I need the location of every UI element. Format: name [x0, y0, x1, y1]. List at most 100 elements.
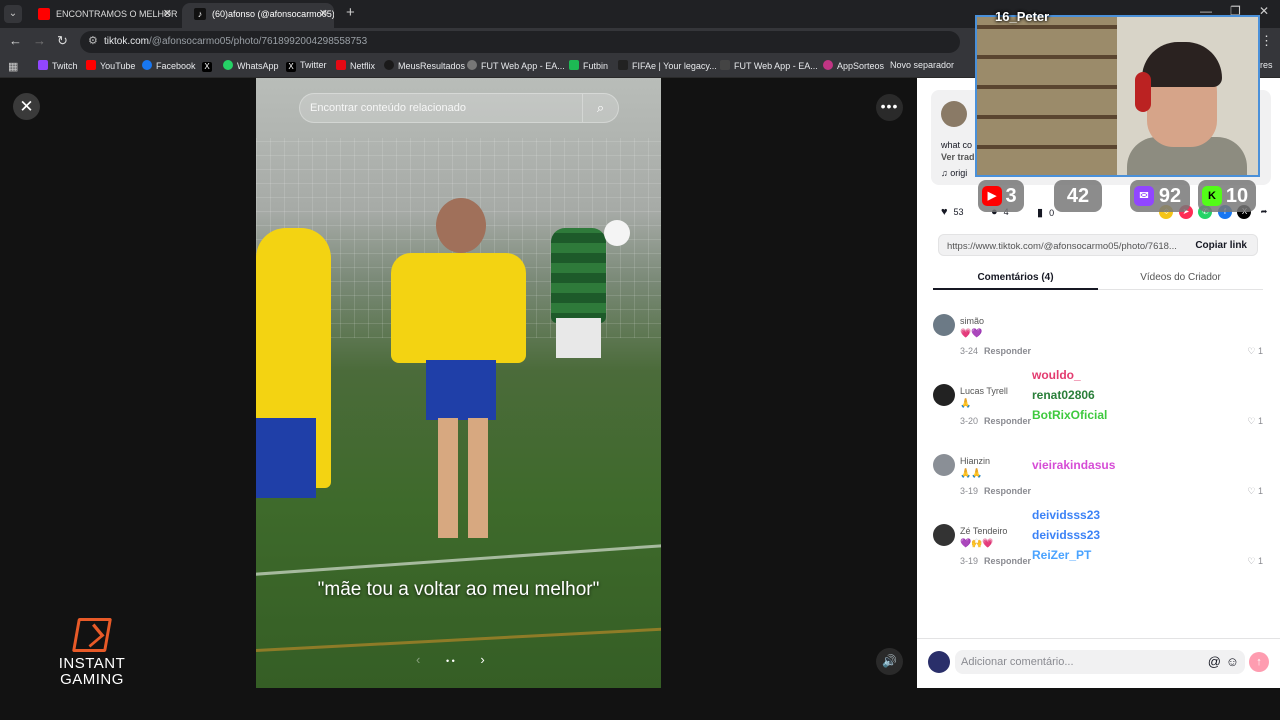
x-logo-icon: X [202, 62, 212, 72]
music-note-icon: ♫ [941, 168, 951, 178]
chat-text-content: yah [1106, 528, 1127, 542]
post-link-box: https://www.tiktok.com/@afonsocarmo05/ph… [938, 234, 1258, 256]
search-icon[interactable]: ⌕ [582, 94, 618, 122]
comment-avatar[interactable] [933, 524, 955, 546]
bookmark-label: Netflix [350, 61, 376, 71]
active-tab-indicator [933, 288, 1098, 290]
related-content-search[interactable]: Encontrar conteúdo relacionado ⌕ [299, 93, 619, 123]
bookmark-x[interactable]: X [202, 60, 216, 72]
address-bar[interactable]: ⚙ tiktok.com/@afonsocarmo05/photo/761899… [80, 31, 960, 53]
bookmark-twitter[interactable]: X Twitter [286, 60, 327, 72]
bookmark-label: FUT Web App - EA... [481, 61, 565, 71]
streamer-name: 16_Peter [995, 9, 1050, 24]
chat-text: : yah [1100, 528, 1127, 542]
comment-username[interactable]: Lucas Tyrell [960, 386, 1008, 396]
bookmark-twitch[interactable]: Twitch [38, 60, 78, 71]
post-comment-button[interactable]: ↑ [1249, 652, 1269, 672]
user-avatar [928, 651, 950, 673]
tab-creator-videos[interactable]: Vídeos do Criador [1098, 272, 1263, 283]
viewer-stats: ▶ 3 ♪ 42 ✉ 92 K 10 [978, 180, 1278, 214]
reply-button[interactable]: Responder [984, 556, 1031, 566]
whatsapp-icon [223, 60, 233, 70]
chat-text-content: iplaystyles [1101, 388, 1157, 402]
instant-gaming-line1: INSTANT [58, 655, 126, 672]
bookmark-fut-web-app-2[interactable]: FUT Web App - EA... [720, 60, 818, 71]
bookmark-appsorteos[interactable]: AppSorteos [823, 60, 884, 71]
volume-icon[interactable]: 🔊 [876, 648, 903, 675]
comment-avatar[interactable] [933, 454, 955, 476]
tab-search-button[interactable]: ⌄ [4, 5, 22, 23]
tab-title: ENCONTRAMOS O MELHOR G [56, 9, 178, 19]
tab-comments[interactable]: Comentários (4) [933, 272, 1098, 283]
see-translation-link[interactable]: Ver trad [941, 152, 975, 162]
bookmarks-overflow[interactable]: res [1260, 60, 1273, 70]
browser-menu-icon[interactable]: ⋮ [1260, 33, 1273, 49]
close-viewer-button[interactable]: ✕ [13, 93, 40, 120]
comment-username[interactable]: simão [960, 316, 984, 326]
prev-photo-icon[interactable]: ‹ [416, 652, 420, 667]
youtube-icon [38, 8, 50, 20]
comment-placeholder: Adicionar comentário... [961, 656, 1074, 668]
comment-meta: 3-20 Responder [960, 416, 1031, 426]
reply-button[interactable]: Responder [984, 486, 1031, 496]
bookmark-fifae[interactable]: FIFAe | Your legacy... [618, 60, 717, 71]
comment-username[interactable]: Zé Tendeiro [960, 526, 1007, 536]
back-icon[interactable]: ← [9, 33, 22, 48]
comment-avatar[interactable] [933, 384, 955, 406]
music-row[interactable]: ♫ origi [941, 168, 967, 178]
kick-icon: K [1202, 186, 1222, 206]
bookmark-youtube[interactable]: YouTube [86, 60, 135, 71]
bookmark-futbin[interactable]: Futbin [569, 60, 608, 71]
reply-button[interactable]: Responder [984, 346, 1031, 356]
like-button[interactable]: ♥ 53 [941, 206, 964, 218]
chat-text-content: é o Pedro Neto [1098, 548, 1179, 562]
bookmark-whatsapp[interactable]: WhatsApp [223, 60, 279, 71]
comment-like[interactable]: ♡ 1 [1247, 346, 1263, 357]
bookmark-facebook[interactable]: Facebook [142, 60, 196, 71]
browser-tab-active[interactable]: ♪ (60)afonso (@afonsocarmo05) | ✕ [182, 3, 334, 28]
site-info-icon[interactable]: ⚙ [88, 34, 98, 47]
more-options-button[interactable]: ••• [876, 94, 903, 121]
next-photo-icon[interactable]: › [480, 652, 484, 667]
close-window-icon[interactable]: ✕ [1259, 4, 1269, 18]
close-tab-icon[interactable]: ✕ [319, 3, 328, 25]
bookmark-label: Novo separador [890, 60, 955, 70]
new-tab-button[interactable]: + [346, 4, 355, 21]
search-placeholder: Encontrar conteúdo relacionado [310, 102, 466, 114]
comment-meta: 3-19 Responder [960, 486, 1031, 496]
bookmark-label: FIFAe | Your legacy... [632, 61, 717, 71]
bookmark-label: Futbin [583, 61, 609, 71]
comment-username[interactable]: Hianzin [960, 456, 990, 466]
chat-text-content: ESTÃO TODOS AQUI [1114, 408, 1233, 422]
comment-meta: 3-24 Responder [960, 346, 1031, 356]
emoji-icon[interactable]: ☺ [1226, 654, 1239, 669]
like-count: 53 [953, 207, 964, 217]
browser-tab[interactable]: ENCONTRAMOS O MELHOR G ✕ [26, 3, 178, 28]
bookmark-novo-separador[interactable]: Novo separador [890, 60, 954, 70]
pitch-line [256, 541, 661, 578]
comment-date: 3-19 [960, 486, 979, 496]
instant-gaming-line2: GAMING [60, 671, 124, 688]
apps-grid-icon[interactable]: ▦ [8, 60, 18, 73]
comment-input[interactable]: Adicionar comentário... @ ☺ [955, 650, 1245, 674]
player-opponent-shorts [556, 318, 601, 358]
player-left-shorts [256, 418, 316, 498]
author-avatar[interactable] [941, 101, 967, 127]
comment-avatar[interactable] [933, 314, 955, 336]
mention-icon[interactable]: @ [1208, 654, 1221, 669]
comment-meta: 3-19 Responder [960, 556, 1031, 566]
bookmark-meusresultados[interactable]: MeusResultados [384, 60, 465, 71]
forward-icon[interactable]: → [33, 33, 46, 48]
youtube-icon [86, 60, 96, 70]
heart-icon: ♥ [941, 206, 948, 218]
bookmark-fut-web-app[interactable]: FUT Web App - EA... [467, 60, 565, 71]
x-logo-icon: X [286, 62, 296, 72]
fifae-icon [618, 60, 628, 70]
bookmark-netflix[interactable]: Netflix [336, 60, 375, 71]
close-tab-icon[interactable]: ✕ [163, 3, 172, 25]
reply-button[interactable]: Responder [984, 416, 1031, 426]
photo-post[interactable]: Encontrar conteúdo relacionado ⌕ "mãe to… [256, 78, 661, 688]
post-description: what co [941, 140, 973, 150]
reload-icon[interactable]: ↻ [57, 33, 68, 49]
copy-link-button[interactable]: Copiar link [1195, 240, 1247, 251]
